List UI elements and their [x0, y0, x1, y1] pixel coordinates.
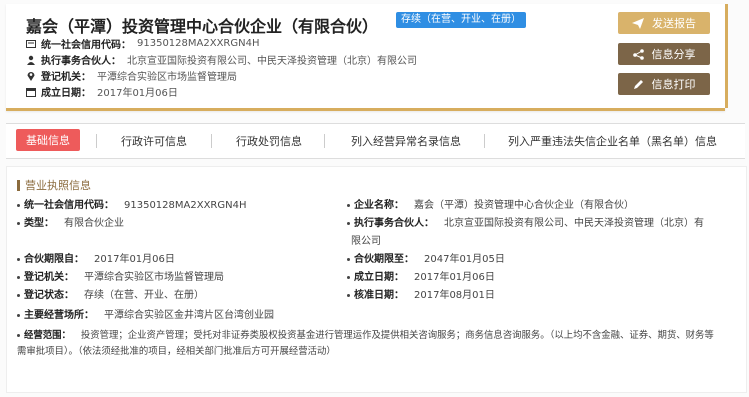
location-pin-icon	[26, 71, 36, 81]
field-key: 登记机关：	[24, 272, 74, 283]
field-key: 合伙期限至：	[354, 254, 414, 265]
field-value: 投资管理；企业资产管理；受托对非证券类股权投资基金进行管理运作及提供相关咨询服务…	[80, 330, 714, 341]
field-value: 平潭综合实验区市场监督管理局	[84, 272, 224, 283]
tab-admin-penalty[interactable]: 行政处罚信息	[236, 133, 302, 149]
field-type: 类型： 有限合伙企业	[17, 215, 124, 233]
field-key: 企业名称：	[354, 200, 404, 211]
field-key: 成立日期：	[354, 272, 404, 283]
field-company-name: 企业名称： 嘉会（平潭）投资管理中心合伙企业（有限合伙）	[347, 197, 634, 215]
status-badge: 存续（在营、开业、在册）	[396, 12, 526, 28]
field-value: 2047年01月05日	[424, 254, 505, 265]
tab-blacklist[interactable]: 列入严重违法失信企业名单（黑名单）信息	[508, 133, 717, 149]
info-label: 统一社会信用代码：	[41, 40, 131, 51]
tab-divider	[96, 134, 97, 148]
field-value: 2017年01月06日	[414, 272, 495, 283]
tab-divider	[211, 134, 212, 148]
info-value: 91350128MA2XXRGN4H	[137, 38, 260, 49]
info-authority: 登记机关： 平潭综合实验区市场监督管理局	[26, 68, 237, 83]
business-license-panel: 营业执照信息 统一社会信用代码： 91350128MA2XXRGN4H 企业名称：…	[6, 166, 747, 393]
info-label: 登记机关：	[41, 72, 91, 83]
field-value: 有限合伙企业	[64, 218, 124, 229]
field-approve-date: 核准日期： 2017年08月01日	[347, 287, 495, 305]
field-value: 91350128MA2XXRGN4H	[124, 200, 247, 211]
field-address: 主要经营场所： 平潭综合实验区金井湾片区台湾创业园	[17, 307, 274, 325]
tab-abnormal-operation[interactable]: 列入经营异常名录信息	[351, 133, 461, 149]
field-term-to: 合伙期限至： 2047年01月05日	[347, 251, 505, 269]
section-title-text: 营业执照信息	[25, 179, 91, 192]
field-value: 平潭综合实验区金井湾片区台湾创业园	[104, 310, 274, 321]
info-est-date: 成立日期： 2017年01月06日	[26, 84, 178, 99]
field-value: 存续（在营、开业、在册）	[84, 290, 204, 301]
field-key: 登记状态：	[24, 290, 74, 301]
field-partner: 执行事务合伙人： 北京宣亚国际投资有限公司、中民天泽投资管理（北京）有	[347, 215, 704, 233]
field-key: 经营范围：	[24, 330, 71, 341]
field-value-cont: 需审批项目）。（依法须经批准的项目，经相关部门批准后方可开展经营活动）	[17, 346, 336, 357]
send-report-label: 发送报告	[652, 17, 696, 30]
pencil-icon	[633, 79, 644, 90]
field-key: 统一社会信用代码：	[24, 200, 114, 211]
tab-divider	[324, 134, 325, 148]
print-info-label: 信息打印	[651, 78, 696, 91]
field-credit-code: 统一社会信用代码： 91350128MA2XXRGN4H	[17, 197, 247, 215]
company-title: 嘉会（平潭）投资管理中心合伙企业（有限合伙）	[26, 17, 379, 36]
info-value: 平潭综合实验区市场监督管理局	[97, 72, 237, 83]
field-est-date: 成立日期： 2017年01月06日	[347, 269, 495, 287]
section-title: 营业执照信息	[17, 177, 91, 193]
field-term-from: 合伙期限自： 2017年01月06日	[17, 251, 175, 269]
id-card-icon	[26, 39, 36, 49]
person-icon	[26, 55, 36, 65]
paper-plane-icon	[632, 17, 644, 29]
calendar-icon	[26, 87, 36, 97]
field-value: 2017年01月06日	[94, 254, 175, 265]
field-key: 合伙期限自：	[24, 254, 84, 265]
field-value: 2017年08月01日	[414, 290, 495, 301]
field-key: 主要经营场所：	[24, 310, 94, 321]
tabs-bar: 基础信息 行政许可信息 行政处罚信息 列入经营异常名录信息 列入严重违法失信企业…	[6, 123, 745, 159]
field-value: 北京宣亚国际投资有限公司、中民天泽投资管理（北京）有	[444, 218, 704, 229]
share-info-button[interactable]: 信息分享	[618, 43, 710, 65]
share-info-label: 信息分享	[651, 48, 696, 61]
field-key: 执行事务合伙人：	[354, 218, 434, 229]
tab-admin-license[interactable]: 行政许可信息	[121, 133, 187, 149]
company-header-card: 嘉会（平潭）投资管理中心合伙企业（有限合伙） 存续（在营、开业、在册） 统一社会…	[6, 4, 728, 111]
section-marker	[17, 179, 20, 191]
info-label: 执行事务合伙人：	[41, 56, 121, 67]
send-report-button[interactable]: 发送报告	[618, 12, 710, 34]
info-credit-code: 统一社会信用代码： 91350128MA2XXRGN4H	[26, 36, 260, 51]
field-authority: 登记机关： 平潭综合实验区市场监督管理局	[17, 269, 224, 287]
print-info-button[interactable]: 信息打印	[618, 73, 710, 95]
info-partner: 执行事务合伙人： 北京宣亚国际投资有限公司、中民天泽投资管理（北京）有限公司	[26, 52, 417, 67]
field-key: 类型：	[24, 218, 54, 229]
field-scope-cont: 需审批项目）。（依法须经批准的项目，经相关部门批准后方可开展经营活动）	[17, 343, 732, 361]
info-label: 成立日期：	[41, 88, 91, 99]
field-partner-cont: 限公司	[351, 233, 381, 251]
tab-divider	[484, 134, 485, 148]
field-value-cont: 限公司	[351, 236, 381, 247]
field-key: 核准日期：	[354, 290, 404, 301]
tab-basic-info[interactable]: 基础信息	[16, 129, 80, 151]
share-icon	[632, 48, 644, 60]
info-value: 2017年01月06日	[97, 88, 178, 99]
info-value: 北京宣亚国际投资有限公司、中民天泽投资管理（北京）有限公司	[127, 56, 417, 67]
field-reg-status: 登记状态： 存续（在营、开业、在册）	[17, 287, 204, 305]
field-value: 嘉会（平潭）投资管理中心合伙企业（有限合伙）	[414, 200, 634, 211]
